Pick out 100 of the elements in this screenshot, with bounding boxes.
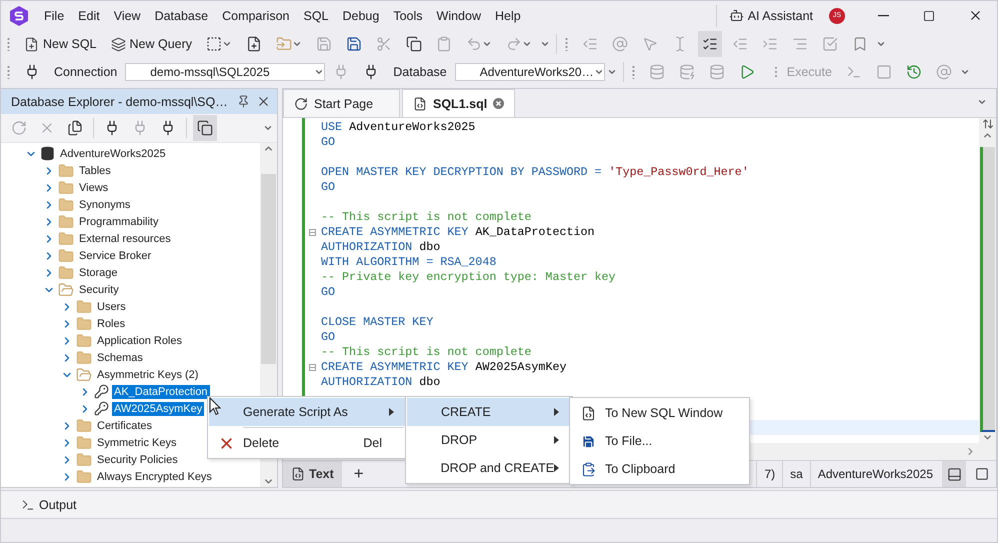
menu-item[interactable]: File — [38, 6, 70, 26]
menu-item[interactable]: To New SQL Window — [571, 399, 748, 427]
align-icon — [792, 36, 808, 52]
tree-item[interactable]: Always Encrypted Keys — [95, 470, 214, 484]
folder-icon — [58, 264, 74, 280]
menu-item[interactable]: View — [108, 6, 147, 26]
caret-icon — [482, 39, 492, 49]
menu-item[interactable]: DROP and CREATE — [407, 454, 571, 482]
add-button[interactable]: + — [342, 464, 376, 484]
tree-item[interactable]: Security — [77, 282, 121, 296]
new-sql-button[interactable]: New SQL — [18, 34, 102, 54]
editor-tab[interactable]: Start Page — [283, 89, 400, 117]
menu-item[interactable]: Window — [430, 6, 487, 26]
menu-item[interactable]: To File... — [571, 427, 748, 455]
status-text: sa — [782, 461, 810, 487]
caret-icon — [977, 97, 987, 107]
tree-item[interactable]: Certificates — [95, 418, 154, 432]
tree-item[interactable]: Symmetric Keys — [95, 436, 178, 450]
tree-item[interactable]: Asymmetric Keys (2) — [95, 368, 200, 382]
unindent-icon — [732, 36, 748, 52]
close-icon[interactable] — [493, 98, 504, 109]
save-icon — [316, 36, 332, 52]
menu-item[interactable]: Comparison — [216, 6, 296, 26]
folder-icon — [58, 230, 74, 246]
new-sql-icon — [24, 36, 39, 52]
tree-item[interactable]: Security Policies — [95, 452, 180, 466]
output-icon — [21, 498, 35, 512]
caret-icon — [606, 67, 617, 77]
output-button[interactable]: Output — [15, 496, 83, 512]
select-icon — [642, 36, 658, 52]
folder-icon — [76, 452, 92, 468]
tree-item[interactable]: Users — [95, 300, 128, 314]
text-tab[interactable]: Text — [283, 461, 342, 487]
ai-assistant-button[interactable]: AI Assistant — [722, 5, 819, 26]
code-line: AUTHORIZATION dbo — [321, 375, 442, 390]
menu-item[interactable]: Database — [148, 6, 214, 26]
menu-item[interactable]: Edit — [72, 6, 106, 26]
database-check-icon — [708, 64, 725, 80]
parameters-icon — [936, 64, 952, 80]
tree-item[interactable]: Views — [77, 180, 110, 194]
caret-icon — [594, 67, 604, 77]
scrollbar[interactable] — [979, 118, 996, 443]
tree-item[interactable]: AdventureWorks2025 — [58, 146, 168, 160]
menu-item[interactable]: Delete Del — [209, 429, 406, 457]
close-icon — [256, 94, 271, 109]
menu-item[interactable]: Generate Script As — [209, 398, 406, 426]
menu-item[interactable]: To Clipboard — [571, 455, 748, 483]
code-line: OPEN MASTER KEY DECRYPTION BY PASSWORD = 'Type_Passw0rd_Here' — [321, 165, 750, 180]
sql-file-icon — [580, 406, 596, 420]
new-query-button[interactable]: New Query — [104, 34, 198, 54]
menu-item[interactable]: Tools — [387, 6, 429, 26]
fold-icon[interactable] — [309, 364, 316, 371]
database-label: Database — [393, 65, 447, 79]
tree-item[interactable]: External resources — [77, 232, 173, 246]
sql-check-button[interactable] — [698, 31, 722, 57]
tree-item[interactable]: Tables — [77, 164, 113, 178]
menu-item[interactable]: Help — [489, 6, 527, 26]
tree-item[interactable]: Application Roles — [95, 334, 184, 348]
panel-layout-button[interactable] — [942, 461, 966, 487]
editor-tab[interactable]: SQL1.sql — [402, 89, 516, 117]
redo-icon — [506, 36, 522, 52]
code-line: CLOSE MASTER KEY — [321, 315, 434, 330]
panel-title: Database Explorer - demo-mssql\SQ… — [11, 94, 229, 108]
tree-item[interactable]: Storage — [77, 266, 120, 280]
tree-item[interactable]: AK_DataProtection — [112, 384, 210, 398]
folder-icon — [58, 214, 74, 230]
code-line: -- This script is not complete — [321, 210, 532, 225]
paste-icon — [436, 36, 452, 52]
outdent-icon — [582, 36, 598, 52]
status-text: AdventureWorks2025 — [810, 461, 940, 487]
menu-item[interactable]: Debug — [336, 6, 386, 26]
folder-icon — [76, 468, 92, 484]
folder-icon — [76, 366, 92, 382]
caret-icon — [960, 67, 970, 77]
sql-file-icon — [291, 467, 305, 481]
code-line: CREATE ASYMMETRIC KEY AK_DataProtection — [321, 225, 596, 240]
tree-item[interactable]: Service Broker — [77, 248, 154, 262]
tree-item[interactable]: Schemas — [95, 350, 145, 364]
tree-item[interactable]: Roles — [95, 316, 128, 330]
sql-file-icon — [413, 96, 427, 110]
tree-item[interactable]: Programmability — [77, 214, 160, 228]
key-icon — [94, 384, 109, 399]
menu-item[interactable]: SQL — [297, 6, 334, 26]
tree-item[interactable]: Synonyms — [77, 198, 132, 212]
split-icon[interactable] — [982, 118, 994, 130]
folder-icon — [58, 162, 74, 178]
folder-icon — [76, 434, 92, 450]
caret-icon — [263, 123, 273, 133]
connection-dropdown[interactable]: demo-mssql\SQL2025 — [125, 63, 326, 81]
fold-icon[interactable] — [309, 229, 316, 236]
history-icon — [906, 64, 922, 80]
tree-item[interactable]: AW2025AsymKey — [112, 402, 204, 416]
sql-check-icon — [702, 36, 718, 52]
minimize-icon — [878, 14, 888, 16]
key-icon — [94, 401, 109, 416]
database-dropdown[interactable]: AdventureWorks20… — [454, 63, 605, 81]
code-line: -- Private key encryption type: Master key — [321, 270, 617, 285]
menu-item[interactable]: CREATE — [407, 398, 571, 426]
menu-item[interactable]: DROP — [407, 426, 571, 454]
robot-icon — [728, 8, 744, 23]
